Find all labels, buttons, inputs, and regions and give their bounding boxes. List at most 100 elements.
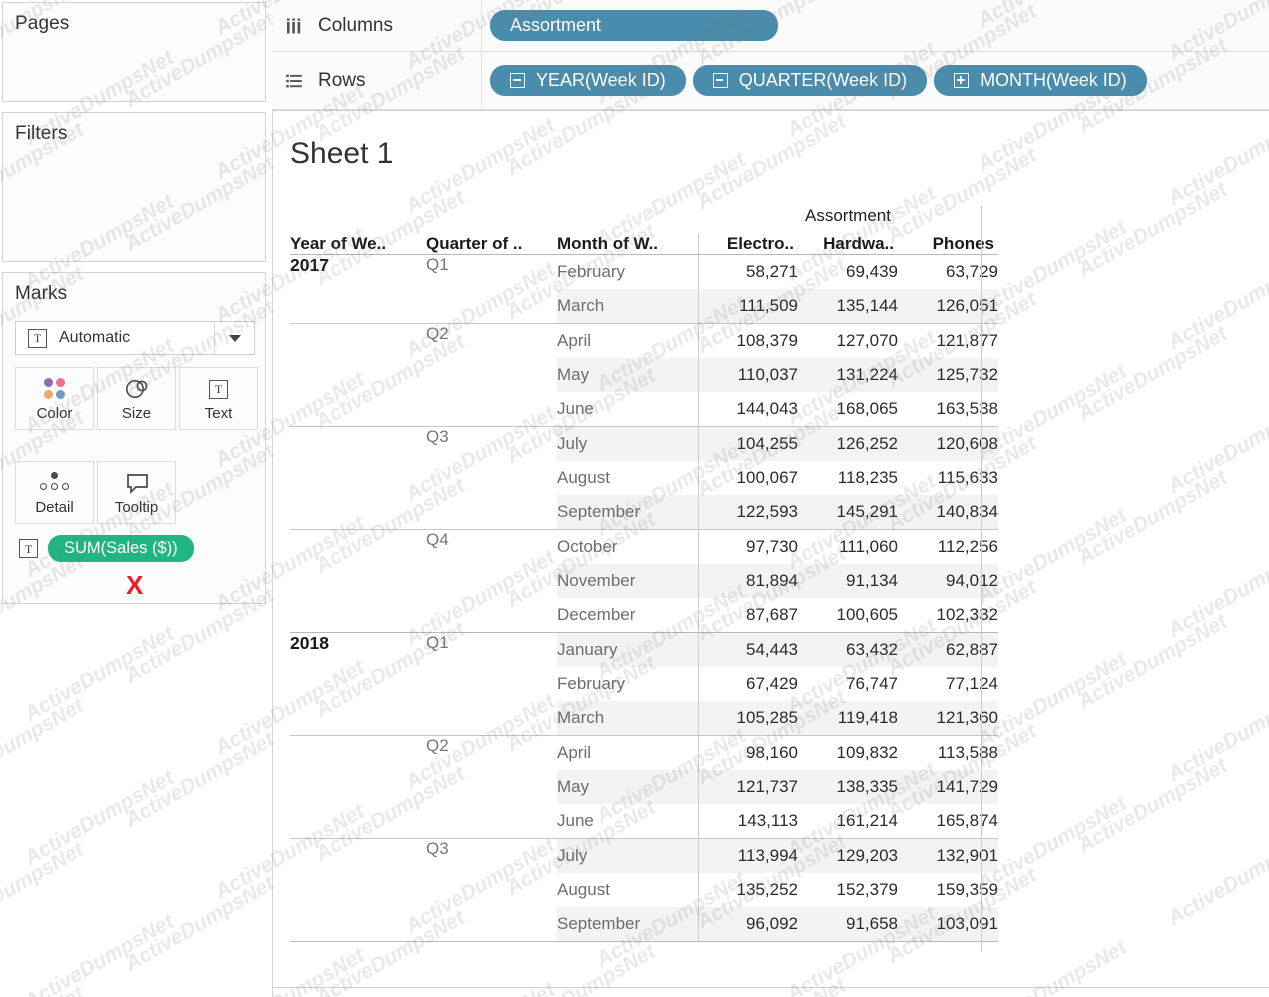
- table-row[interactable]: June144,043168,065163,538: [290, 392, 998, 427]
- column-group-caption-row: Assortment: [290, 206, 998, 234]
- cell-value: 113,588: [898, 736, 998, 771]
- cell-year: [290, 839, 426, 874]
- marks-tooltip-button[interactable]: Tooltip: [97, 461, 176, 524]
- marks-detail-button[interactable]: Detail: [15, 461, 94, 524]
- cell-value: 138,335: [798, 770, 898, 804]
- chevron-down-icon[interactable]: [214, 322, 254, 354]
- plus-box-icon[interactable]: [954, 73, 969, 88]
- cell-value: 112,256: [898, 530, 998, 565]
- cell-quarter: Q1: [426, 633, 557, 668]
- table-row[interactable]: March111,509135,144126,051: [290, 289, 998, 324]
- marks-size-button[interactable]: Size: [97, 367, 176, 430]
- cell-quarter: [426, 564, 557, 598]
- cell-month: February: [557, 667, 698, 701]
- table-row[interactable]: May121,737138,335141,729: [290, 770, 998, 804]
- cell-value: 113,994: [698, 839, 798, 874]
- columns-shelf[interactable]: Columns Assortment: [272, 0, 1269, 52]
- table-row[interactable]: Q2April108,379127,070121,877: [290, 324, 998, 359]
- cell-year: 2018: [290, 633, 426, 668]
- cell-value: 97,730: [698, 530, 798, 565]
- rows-shelf[interactable]: Rows YEAR(Week ID) QUARTER(Week ID) MONT…: [272, 52, 1269, 110]
- cell-value: 141,729: [898, 770, 998, 804]
- pages-card[interactable]: Pages: [2, 2, 266, 102]
- cell-month: December: [557, 598, 698, 633]
- cell-value: 132,901: [898, 839, 998, 874]
- columns-shelf-label-box: Columns: [272, 0, 482, 51]
- table-row[interactable]: March105,285119,418121,360: [290, 701, 998, 736]
- header-electronics[interactable]: Electro..: [698, 234, 798, 255]
- cell-value: 168,065: [798, 392, 898, 427]
- marks-measure-pill[interactable]: SUM(Sales ($)): [48, 535, 194, 562]
- cell-value: 81,894: [698, 564, 798, 598]
- pill-month-week-id[interactable]: MONTH(Week ID): [934, 65, 1147, 96]
- cell-value: 159,359: [898, 873, 998, 907]
- minus-box-icon[interactable]: [510, 73, 525, 88]
- table-row[interactable]: September122,593145,291140,834: [290, 495, 998, 530]
- header-phones[interactable]: Phones: [898, 234, 998, 255]
- header-month[interactable]: Month of W..: [557, 234, 698, 255]
- table-row[interactable]: 2017Q1February58,27169,43963,729: [290, 255, 998, 290]
- cell-value: 145,291: [798, 495, 898, 530]
- cell-quarter: [426, 873, 557, 907]
- table-row[interactable]: February67,42976,74777,124: [290, 667, 998, 701]
- filters-card-title: Filters: [3, 113, 265, 145]
- text-t-icon: T: [28, 329, 47, 348]
- table-row[interactable]: December87,687100,605102,332: [290, 598, 998, 633]
- detail-dots-icon: [38, 469, 72, 497]
- cell-quarter: Q2: [426, 324, 557, 359]
- size-circles-icon: [123, 375, 151, 403]
- columns-shelf-label: Columns: [318, 15, 393, 37]
- cell-value: 118,235: [798, 461, 898, 495]
- table-row[interactable]: May110,037131,224125,732: [290, 358, 998, 392]
- cell-month: May: [557, 770, 698, 804]
- crosstab-table: Assortment Year of We.. Quarter of .. Mo…: [290, 206, 998, 941]
- header-year[interactable]: Year of We..: [290, 234, 426, 255]
- cell-value: 165,874: [898, 804, 998, 839]
- assortment-group-caption: Assortment: [698, 206, 998, 234]
- header-hardware[interactable]: Hardwa..: [798, 234, 898, 255]
- table-row[interactable]: 2018Q1January54,44363,43262,887: [290, 633, 998, 668]
- header-quarter[interactable]: Quarter of ..: [426, 234, 557, 255]
- cell-value: 125,732: [898, 358, 998, 392]
- table-row[interactable]: September96,09291,658103,091: [290, 907, 998, 941]
- pill-assortment[interactable]: Assortment: [490, 10, 778, 41]
- minus-box-icon[interactable]: [713, 73, 728, 88]
- pill-year-week-id[interactable]: YEAR(Week ID): [490, 65, 686, 96]
- cell-value: 94,012: [898, 564, 998, 598]
- table-row[interactable]: Q3July113,994129,203132,901: [290, 839, 998, 874]
- cell-value: 54,443: [698, 633, 798, 668]
- cell-quarter: [426, 804, 557, 839]
- cell-quarter: Q4: [426, 530, 557, 565]
- mark-type-label: Automatic: [59, 329, 214, 347]
- cell-value: 120,608: [898, 427, 998, 462]
- pill-quarter-week-id[interactable]: QUARTER(Week ID): [693, 65, 927, 96]
- cell-value: 143,113: [698, 804, 798, 839]
- table-row[interactable]: Q2April98,160109,832113,588: [290, 736, 998, 771]
- table-row[interactable]: Q4October97,730111,060112,256: [290, 530, 998, 565]
- marks-text-button[interactable]: T Text: [179, 367, 258, 430]
- table-row[interactable]: August100,067118,235115,633: [290, 461, 998, 495]
- cell-month: May: [557, 358, 698, 392]
- table-row[interactable]: August135,252152,379159,359: [290, 873, 998, 907]
- cell-value: 129,203: [798, 839, 898, 874]
- table-row[interactable]: June143,113161,214165,874: [290, 804, 998, 839]
- cell-value: 115,633: [898, 461, 998, 495]
- cell-value: 77,124: [898, 667, 998, 701]
- cell-quarter: [426, 495, 557, 530]
- cell-value: 126,051: [898, 289, 998, 324]
- cell-value: 102,332: [898, 598, 998, 633]
- cell-month: August: [557, 873, 698, 907]
- cell-quarter: Q1: [426, 255, 557, 290]
- marks-color-button[interactable]: Color: [15, 367, 94, 430]
- cell-value: 163,538: [898, 392, 998, 427]
- drag-remove-x-cursor-icon: X: [126, 572, 143, 598]
- filters-card[interactable]: Filters: [2, 112, 266, 262]
- table-row[interactable]: November81,89491,13494,012: [290, 564, 998, 598]
- table-row[interactable]: Q3July104,255126,252120,608: [290, 427, 998, 462]
- cell-month: June: [557, 804, 698, 839]
- cell-year: [290, 907, 426, 941]
- cell-value: 62,887: [898, 633, 998, 668]
- mark-type-dropdown[interactable]: T Automatic: [15, 321, 255, 355]
- sheet-title[interactable]: Sheet 1: [273, 111, 1269, 171]
- crosstab-head: Assortment Year of We.. Quarter of .. Mo…: [290, 206, 998, 255]
